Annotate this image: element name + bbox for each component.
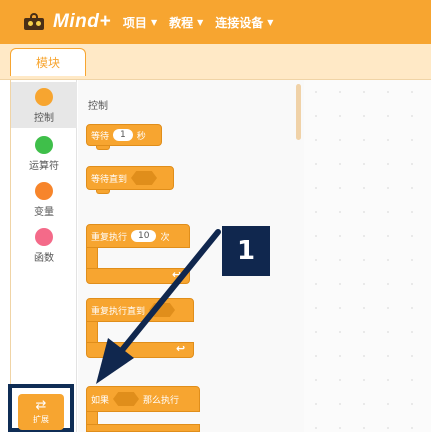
step-number-badge: 1 [222,226,270,276]
block-repeat-until[interactable]: 重复执行直到 [86,298,194,322]
block-palette: 控制 等待 1 秒 等待直到 重复执行 10 次 ↩ 重复执行直到 ↩ 如果 那… [78,80,304,432]
block-wait-prefix: 等待 [91,131,110,142]
chevron-down-icon: ▼ [267,17,274,27]
block-wait-suffix: 秒 [136,131,146,142]
block-repeat-until-label: 重复执行直到 [91,306,146,317]
category-variables-label: 变量 [34,207,54,218]
control-color-dot [35,88,53,106]
block-notch [96,190,110,194]
if-inner-edge [86,424,200,432]
menu-connect-device[interactable]: 连接设备 ▼ [215,14,273,31]
block-repeat-value[interactable]: 10 [131,230,157,242]
block-if-then[interactable]: 如果 那么执行 [86,386,200,412]
menu-project-label: 项目 [122,15,147,30]
block-repeat-suffix: 次 [160,232,170,243]
block-wait-until-label: 等待直到 [91,174,128,185]
main-menu: 项目 ▼ 教程 ▼ 连接设备 ▼ [123,14,286,31]
palette-scrollbar[interactable] [296,84,301,140]
condition-slot[interactable] [113,392,140,406]
variables-color-dot [35,182,53,200]
top-bar: Mind+ 项目 ▼ 教程 ▼ 连接设备 ▼ [0,0,431,44]
section-title-control: 控制 [88,101,108,112]
block-if-suffix: 那么执行 [143,395,180,406]
functions-color-dot [35,228,53,246]
repeat-until-arm [86,321,98,343]
category-functions-label: 函数 [34,253,54,264]
block-if-prefix: 如果 [91,395,110,406]
category-functions[interactable]: 函数 [11,222,77,268]
chevron-down-icon: ▼ [150,17,158,27]
block-repeat-times[interactable]: 重复执行 10 次 [86,224,190,248]
menu-project[interactable]: 项目 ▼ [123,14,157,31]
block-wait-seconds[interactable]: 等待 1 秒 [86,124,162,146]
extension-label: 扩展 [33,415,49,424]
category-sidebar: 控制 运算符 变量 函数 [10,80,77,432]
block-repeat-prefix: 重复执行 [91,232,128,243]
repeat-arm [86,247,98,269]
extension-highlight-box: ⇄ 扩展 [8,384,74,432]
logo-text: Mind+ [53,11,111,32]
extension-icon: ⇄ [35,398,47,413]
category-control[interactable]: 控制 [11,82,77,128]
block-wait-value[interactable]: 1 [113,129,133,141]
category-variables[interactable]: 变量 [11,176,77,222]
condition-slot[interactable] [149,303,176,317]
operators-color-dot [35,136,53,154]
chevron-down-icon: ▼ [197,17,204,27]
category-operators-label: 运算符 [29,161,59,172]
menu-tutorial[interactable]: 教程 ▼ [169,14,203,31]
loop-arrow-icon: ↩ [176,342,186,355]
menu-connect-device-label: 连接设备 [215,15,264,30]
script-canvas[interactable] [304,80,431,432]
menu-tutorial-label: 教程 [169,15,194,30]
tab-row: 模块 [0,44,431,80]
tab-blocks[interactable]: 模块 [10,48,86,76]
condition-slot[interactable] [131,171,158,185]
mindplus-app: Mind+ 项目 ▼ 教程 ▼ 连接设备 ▼ 模块 控制 运算符 变量 函数 ⇄… [0,0,431,432]
category-operators[interactable]: 运算符 [11,130,77,176]
block-notch [96,146,110,150]
extension-button[interactable]: ⇄ 扩展 [18,394,64,430]
block-wait-until[interactable]: 等待直到 [86,166,174,190]
loop-arrow-icon: ↩ [172,268,182,281]
app-logo[interactable]: Mind+ [22,11,111,33]
robot-logo-icon [22,12,50,32]
category-control-label: 控制 [34,113,54,124]
